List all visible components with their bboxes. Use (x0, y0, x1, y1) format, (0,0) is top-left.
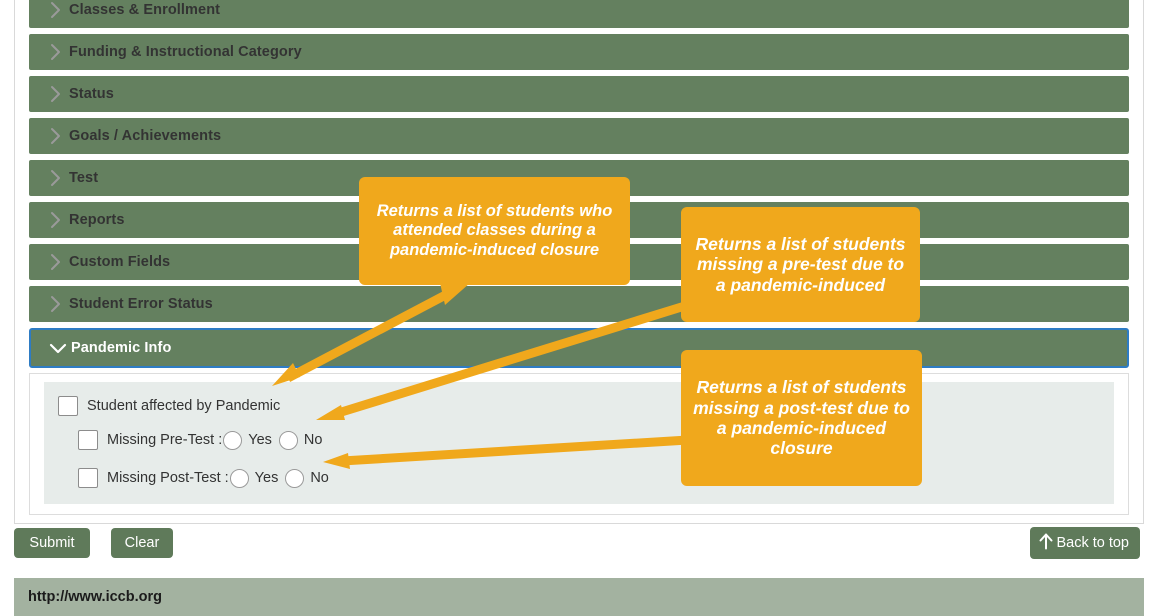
missing-pre-test-no-radio[interactable] (278, 430, 298, 450)
chevron-right-icon (43, 211, 69, 229)
callout-missing-pre-test: Returns a list of students missing a pre… (681, 207, 920, 322)
back-to-top-label: Back to top (1056, 535, 1129, 551)
accordion-header-classes-enrollment[interactable]: Classes & Enrollment (29, 0, 1129, 28)
accordion-header-funding-instructional-category[interactable]: Funding & Instructional Category (29, 34, 1129, 70)
missing-pre-test-yes-label: Yes (248, 432, 272, 448)
missing-pre-test-row: Missing Pre-Test : Yes No (64, 428, 1114, 452)
pandemic-info-panel: Student affected by Pandemic Missing Pre… (29, 373, 1129, 515)
accordion-label: Reports (69, 212, 125, 228)
missing-pre-test-no-label: No (303, 432, 323, 448)
accordion-label: Status (69, 86, 114, 102)
accordion-label: Goals / Achievements (69, 128, 222, 144)
accordion-label: Pandemic Info (71, 340, 172, 356)
chevron-right-icon (43, 43, 69, 61)
accordion-header-goals-achievements[interactable]: Goals / Achievements (29, 118, 1129, 154)
missing-pre-test-checkbox[interactable] (78, 430, 98, 450)
accordion-header-student-error-status[interactable]: Student Error Status (29, 286, 1129, 322)
footer-bar: http://www.iccb.org (14, 578, 1144, 616)
accordion-label: Student Error Status (69, 296, 213, 312)
accordion-label: Test (69, 170, 99, 186)
missing-post-test-no-radio[interactable] (285, 468, 305, 488)
accordion-label: Classes & Enrollment (69, 2, 221, 18)
accordion-header-pandemic-info[interactable]: Pandemic Info (29, 328, 1129, 368)
arrow-up-icon (1039, 533, 1053, 554)
chevron-right-icon (43, 85, 69, 103)
accordion-header-status[interactable]: Status (29, 76, 1129, 112)
missing-pre-test-yes-radio[interactable] (223, 430, 243, 450)
submit-button[interactable]: Submit (14, 528, 90, 558)
missing-post-test-checkbox[interactable] (78, 468, 98, 488)
student-affected-label: Student affected by Pandemic (87, 398, 281, 414)
callout-attended-classes: Returns a list of students who attended … (359, 177, 630, 285)
accordion-label: Funding & Instructional Category (69, 44, 302, 60)
missing-post-test-label: Missing Post-Test : (107, 470, 229, 486)
missing-post-test-row: Missing Post-Test : Yes No (64, 466, 1114, 490)
chevron-right-icon (43, 295, 69, 313)
clear-button[interactable]: Clear (111, 528, 173, 558)
chevron-right-icon (43, 169, 69, 187)
missing-post-test-no-label: No (310, 470, 329, 486)
accordion-label: Custom Fields (69, 254, 171, 270)
missing-post-test-yes-radio[interactable] (229, 468, 249, 488)
missing-pre-test-label: Missing Pre-Test : (107, 432, 223, 448)
student-affected-row: Student affected by Pandemic (44, 394, 1114, 418)
footer-url: http://www.iccb.org (28, 589, 162, 605)
student-affected-checkbox[interactable] (58, 396, 78, 416)
callout-missing-post-test: Returns a list of students missing a pos… (681, 350, 922, 486)
missing-post-test-yes-label: Yes (254, 470, 279, 486)
chevron-right-icon (43, 253, 69, 271)
chevron-right-icon (43, 127, 69, 145)
back-to-top-button[interactable]: Back to top (1030, 527, 1140, 559)
chevron-down-icon (45, 342, 71, 354)
pandemic-info-fields: Student affected by Pandemic Missing Pre… (44, 382, 1114, 504)
search-page: Classes & Enrollment Funding & Instructi… (0, 0, 1154, 616)
chevron-right-icon (43, 1, 69, 19)
